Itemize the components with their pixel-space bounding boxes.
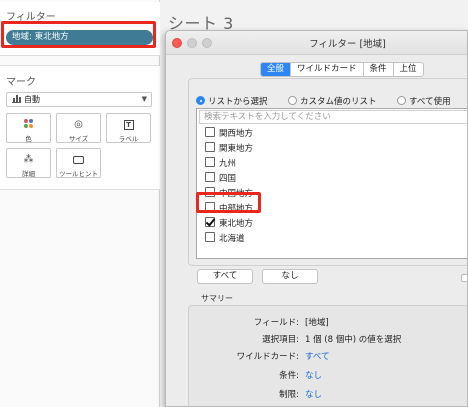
mark-type-label: 自動 [24,95,40,104]
list-item-hokkaido[interactable]: 北海道 [205,232,245,245]
radio-dot-icon [397,96,406,105]
summary-condition-link[interactable]: なし [305,369,322,381]
tab-wildcard[interactable]: ワイルドカード [291,63,364,76]
checkbox[interactable] [205,172,215,182]
checkbox[interactable] [205,142,215,152]
dialog-titlebar[interactable]: フィルター [地域] [166,31,467,55]
tab-top[interactable]: 上位 [394,63,423,76]
list-item-shikoku[interactable]: 四国 [205,172,236,185]
checkbox[interactable] [205,127,215,137]
mark-type-select[interactable]: 自動 ▼ [6,92,152,107]
checkbox[interactable] [205,157,215,167]
summary-box: フィールド: [地域] 選択項目: 1 個 (8 個中) の値を選択 ワイルドカ… [188,305,467,406]
mark-tooltip-label: ツールヒント [59,170,98,178]
label-icon: T [107,117,150,133]
list-item-label: 関西地方 [219,129,254,139]
radio-custom-value-list[interactable]: カスタム値のリスト [288,95,377,107]
color-dots-icon [7,117,50,133]
checkbox-checked[interactable] [205,217,215,227]
radio-label: カスタム値のリスト [300,97,377,107]
mark-detail-button[interactable]: ⁂ 詳細 [6,148,51,178]
marks-card: マーク 自動 ▼ 色 ◎ サイズ T ラベル ⁂ 詳細 ツールヒント [0,65,160,190]
mark-label-button[interactable]: T ラベル [106,113,151,143]
mark-size-button[interactable]: ◎ サイズ [56,113,101,143]
marks-title: マーク [6,77,36,88]
mark-color-button[interactable]: 色 [6,113,51,143]
dialog-title: フィルター [地域] [309,39,386,50]
mark-tooltip-button[interactable]: ツールヒント [56,148,101,178]
list-item-label: 四国 [219,174,237,184]
list-item-kyushu[interactable]: 九州 [205,157,236,170]
radio-dot-icon [288,96,297,105]
tooltip-icon [57,152,100,168]
list-item-label: 東北地方 [219,219,254,229]
mark-detail-label: 詳細 [22,170,35,178]
tab-condition[interactable]: 条件 [364,63,394,76]
summary-wildcard-label: ワイルドカード: [236,352,299,362]
search-input[interactable]: 検索テキストを入力してください [199,110,467,124]
filter-dialog: フィルター [地域] 全般 ワイルドカード 条件 上位 リストから選択 カスタム… [165,30,468,407]
item-highlight-box [196,192,261,213]
summary-wildcard-link[interactable]: すべて [305,350,330,362]
exclude-checkbox[interactable] [461,274,467,282]
summary-title: サマリー [201,294,233,303]
list-item-tohoku[interactable]: 東北地方 [205,217,253,230]
detail-icon: ⁂ [23,154,34,165]
summary-selection-label: 選択項目: [262,335,299,345]
selection-mode-radios: リストから選択 カスタム値のリスト すべて使用 [196,95,467,107]
mark-label-label: ラベル [118,135,139,143]
bar-chart-icon [12,95,21,103]
radio-label: すべて使用 [409,97,451,107]
summary-field-value: [地域] [305,318,329,328]
select-all-button[interactable]: すべて [197,269,253,284]
size-icon: ◎ [74,119,83,130]
summary-field-label: フィールド: [253,318,299,328]
radio-use-all[interactable]: すべて使用 [397,95,451,107]
list-item-label: 関東地方 [219,144,254,154]
sidebar: フィルター 地域: 東北地方 マーク 自動 ▼ 色 ◎ サイズ T ラベル ⁂ … [0,0,160,407]
chevron-down-icon: ▼ [141,95,147,103]
list-item-label: 九州 [219,159,237,169]
summary-selection-value: 1 個 (8 個中) の値を選択 [305,335,402,345]
tab-general[interactable]: 全般 [261,63,292,76]
select-none-button[interactable]: なし [262,269,318,284]
radio-label: リストから選択 [208,97,268,107]
summary-limit-link[interactable]: なし [305,388,322,400]
radio-dot-icon [196,96,205,105]
mark-size-label: サイズ [68,135,89,143]
radio-select-from-list[interactable]: リストから選択 [196,95,268,107]
list-item-label: 北海道 [219,234,245,244]
summary-limit-label: 制限: [279,390,299,400]
dialog-tabs: 全般 ワイルドカード 条件 上位 [260,62,424,77]
filter-highlight-box [1,21,156,48]
list-item-kanto[interactable]: 関東地方 [205,142,253,155]
value-listbox[interactable]: 検索テキストを入力してください 関西地方 関東地方 九州 四国 中国地方 中部地… [196,108,467,259]
checkbox[interactable] [205,232,215,242]
list-item-kansai[interactable]: 関西地方 [205,127,253,140]
mark-color-label: 色 [25,135,32,143]
summary-condition-label: 条件: [279,371,299,381]
